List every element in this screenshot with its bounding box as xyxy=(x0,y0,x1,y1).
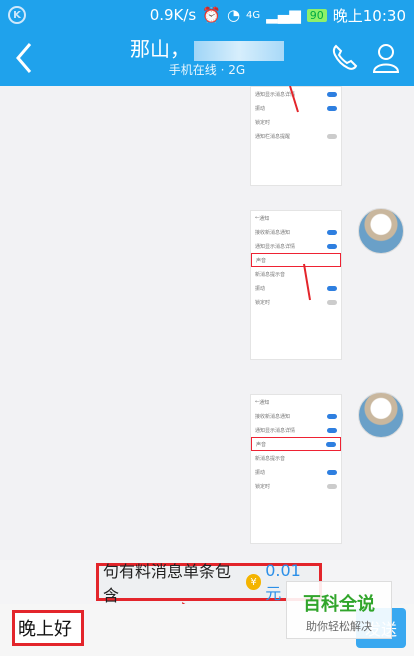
annotation-arrow xyxy=(289,86,299,113)
image-message[interactable]: ← 通知 接收新消息通知 通知显示消息详情 声音 新消息提示音 振动 锁定时 xyxy=(250,210,342,360)
setting-row-highlighted: 声音 xyxy=(251,437,341,451)
call-button[interactable] xyxy=(326,40,362,76)
phone-icon xyxy=(332,44,358,70)
back-arrow-icon xyxy=(16,43,32,73)
message-input[interactable]: 晚上好 xyxy=(12,610,84,646)
setting-row: 接收新消息通知 xyxy=(251,409,341,423)
battery-icon: 90 xyxy=(306,8,327,22)
back-button[interactable] xyxy=(6,36,42,80)
coin-icon: ¥ xyxy=(245,574,262,590)
image-message[interactable]: ← 通知 接收新消息通知 通知显示消息详情 声音 新消息提示音 振动 锁定时 xyxy=(250,394,342,544)
notice-text: 句有料消息单条包含 xyxy=(103,562,232,605)
chat-header: 那山， 手机在线 · 2G xyxy=(0,30,414,86)
watermark-logo: 百科全说 助你轻松解决 xyxy=(286,581,392,639)
setting-row: 接收新消息通知 xyxy=(251,225,341,239)
setting-row: 新消息提示音 xyxy=(255,455,286,462)
setting-header: ← 通知 xyxy=(255,215,270,222)
net-speed: 0.9K/s xyxy=(149,6,197,24)
watermark-subtitle: 助你轻松解决 xyxy=(306,620,372,633)
contact-name-text: 那山， xyxy=(130,37,190,61)
annotation-arrow xyxy=(303,263,311,301)
wifi-icon: ◔ xyxy=(226,6,241,24)
person-icon xyxy=(372,44,400,73)
profile-button[interactable] xyxy=(368,40,404,76)
avatar[interactable] xyxy=(358,392,404,438)
setting-row-highlighted: 声音 xyxy=(251,253,341,267)
app-notification-icon: K xyxy=(8,6,26,24)
chat-area[interactable]: 通知显示消息详情 振动 锁定时 通知栏消息提醒 ← 通知 接收新消息通知 通知显… xyxy=(0,86,414,560)
setting-row: 锁定时 xyxy=(255,119,271,126)
signal-icon: ▂▄▆ xyxy=(266,6,301,24)
setting-header: ← 通知 xyxy=(255,399,270,406)
setting-row: 振动 xyxy=(251,281,341,295)
setting-row: 通知显示消息详情 xyxy=(251,239,341,253)
watermark-title: 百科全说 xyxy=(303,594,375,615)
avatar[interactable] xyxy=(358,208,404,254)
setting-row: 锁定时 xyxy=(251,479,341,493)
clock: 晚上10:30 xyxy=(332,6,406,25)
setting-row: 通知栏消息提醒 xyxy=(251,129,341,143)
contact-name: 那山， xyxy=(100,36,314,62)
setting-row: 通知显示消息详情 xyxy=(251,423,341,437)
redacted-name xyxy=(194,40,284,61)
setting-row: 锁定时 xyxy=(251,295,341,309)
status-bar: K 0.9K/s ⏰ ◔ 4G ▂▄▆ 90 晚上10:30 xyxy=(0,0,414,30)
setting-row: 新消息提示音 xyxy=(255,271,286,278)
network-type: 4G xyxy=(246,9,261,21)
online-status: 手机在线 · 2G xyxy=(168,63,246,77)
setting-row: 振动 xyxy=(251,465,341,479)
alarm-icon: ⏰ xyxy=(202,6,221,24)
